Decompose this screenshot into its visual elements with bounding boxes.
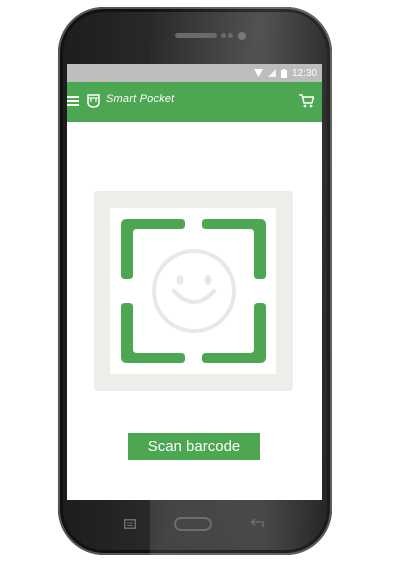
scan-barcode-button[interactable]: Scan barcode (128, 433, 260, 460)
pocket-logo-icon (87, 94, 100, 108)
front-camera (238, 32, 246, 40)
app-screen: 12:30 Smart Pocket Scan barcode (67, 64, 322, 500)
signal-icon (267, 69, 276, 77)
hamburger-menu-icon[interactable] (67, 94, 79, 108)
recent-apps-icon[interactable] (124, 519, 136, 529)
battery-icon (280, 68, 287, 78)
proximity-sensor (221, 33, 226, 38)
device-mockup: 12:30 Smart Pocket Scan barcode (0, 0, 400, 566)
viewfinder-graphic (110, 208, 276, 374)
app-toolbar: Smart Pocket (67, 82, 322, 122)
light-sensor (228, 33, 233, 38)
status-bar: 12:30 (67, 64, 322, 82)
back-arrow-icon[interactable] (250, 518, 264, 529)
shopping-cart-icon[interactable] (299, 94, 314, 108)
wifi-icon (253, 69, 263, 77)
scanner-viewfinder (94, 191, 293, 391)
speaker-grille (175, 33, 217, 38)
status-time: 12:30 (291, 67, 317, 79)
app-title: Smart Pocket (106, 93, 175, 105)
home-button-icon[interactable] (174, 517, 212, 531)
